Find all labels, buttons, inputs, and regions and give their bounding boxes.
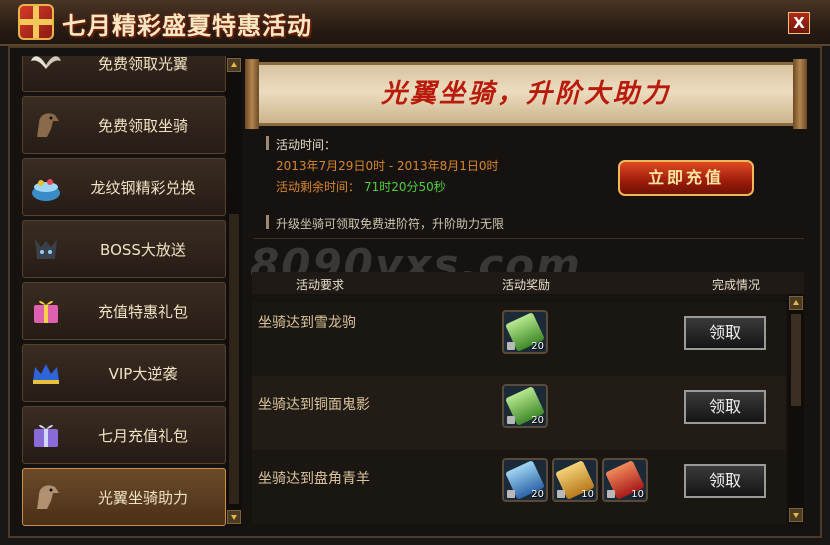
- sidebar-item-recharge-pack[interactable]: 充值特惠礼包: [22, 282, 226, 340]
- gift-icon: [18, 4, 54, 40]
- title-bar: 七月精彩盛夏特惠活动 X: [0, 0, 830, 46]
- sidebar-item-label: 免费领取光翼: [97, 56, 188, 73]
- reward-slot[interactable]: 20: [502, 458, 548, 502]
- reward-slot[interactable]: 20: [502, 384, 548, 428]
- event-tip: 升级坐骑可领取免费进阶符，升阶助力无限: [276, 217, 505, 231]
- sidebar-item-dragon-steel[interactable]: 龙纹钢精彩兑换: [22, 158, 226, 216]
- remaining-time-value: 71时20分50秒: [364, 180, 446, 194]
- horse-icon: [37, 113, 59, 137]
- event-window: 七月精彩盛夏特惠活动 X 免费领取光翼 免费领取坐骑 龙纹钢精彩兑换 BOSS大…: [0, 0, 830, 545]
- row-requirement: 坐骑达到铜面鬼影: [258, 397, 370, 413]
- column-header-status: 完成情况: [712, 278, 761, 292]
- sidebar-item-label: 光翼坐骑助力: [97, 489, 188, 507]
- scroll-down-arrow-icon[interactable]: [227, 510, 241, 524]
- sidebar-item-label: VIP大逆袭: [108, 365, 178, 383]
- table-row: 坐骑达到铜面鬼影 20 领取: [252, 376, 786, 450]
- row-requirement: 坐骑达到雪龙驹: [258, 315, 356, 331]
- sidebar-item-wing-mount-boost[interactable]: 光翼坐骑助力: [22, 468, 226, 526]
- table-scrollbar[interactable]: [788, 294, 804, 524]
- event-time-range: 2013年7月29日0时 - 2013年8月1日0时: [276, 159, 499, 173]
- lock-icon: [507, 342, 515, 350]
- close-button[interactable]: X: [788, 12, 810, 34]
- boss-icon: [35, 239, 57, 259]
- sidebar-scrollbar[interactable]: [226, 56, 242, 526]
- scroll-thumb[interactable]: [229, 214, 239, 504]
- sidebar-item-label: 七月充值礼包: [97, 427, 188, 445]
- window-title: 七月精彩盛夏特惠活动: [62, 12, 312, 40]
- sidebar-item-label: BOSS大放送: [100, 241, 186, 259]
- sidebar-item-free-wings[interactable]: 免费领取光翼: [22, 56, 226, 92]
- scroll-down-arrow-icon[interactable]: [789, 508, 803, 522]
- ingot-basket-icon: [32, 179, 60, 201]
- reward-quantity: 10: [631, 489, 644, 500]
- horse-icon: [37, 485, 59, 509]
- event-banner: 光翼坐骑，升阶大助力: [245, 59, 807, 129]
- table-row: 坐骑达到盘角青羊 20 10 10 领取: [252, 450, 786, 524]
- column-header-reward: 活动奖励: [502, 278, 551, 292]
- gift-box-icon: [34, 300, 58, 323]
- reward-quantity: 20: [531, 415, 544, 426]
- sidebar-item-label: 充值特惠礼包: [97, 303, 188, 321]
- lock-icon: [507, 490, 515, 498]
- table-row: 坐骑达到雪龙驹 20 领取: [252, 302, 786, 376]
- sidebar-item-boss[interactable]: BOSS大放送: [22, 220, 226, 278]
- lock-icon: [607, 490, 615, 498]
- scroll-up-arrow-icon[interactable]: [227, 58, 241, 72]
- section-marker: [266, 215, 269, 229]
- sidebar: 免费领取光翼 免费领取坐骑 龙纹钢精彩兑换 BOSS大放送 充值特惠礼包 VIP…: [22, 56, 226, 526]
- claim-button[interactable]: 领取: [684, 390, 766, 424]
- column-header-requirement: 活动要求: [296, 278, 345, 292]
- wings-icon: [31, 56, 61, 69]
- scroll-up-arrow-icon[interactable]: [789, 296, 803, 310]
- reward-quantity: 20: [531, 341, 544, 352]
- sidebar-item-july-pack[interactable]: 七月充值礼包: [22, 406, 226, 464]
- scroll-thumb[interactable]: [791, 314, 801, 406]
- event-time-header: 活动时间：: [276, 138, 337, 152]
- lock-icon: [557, 490, 565, 498]
- claim-button[interactable]: 领取: [684, 316, 766, 350]
- section-marker: [266, 136, 269, 150]
- gift-box-icon: [34, 424, 58, 447]
- reward-table-header: 活动要求 活动奖励 完成情况: [252, 272, 804, 294]
- sidebar-item-label: 龙纹钢精彩兑换: [90, 179, 196, 197]
- reward-quantity: 20: [531, 489, 544, 500]
- reward-slot[interactable]: 10: [602, 458, 648, 502]
- lock-icon: [507, 416, 515, 424]
- banner-title: 光翼坐骑，升阶大助力: [380, 79, 671, 109]
- row-requirement: 坐骑达到盘角青羊: [258, 471, 370, 487]
- reward-quantity: 10: [581, 489, 594, 500]
- reward-slot[interactable]: 10: [552, 458, 598, 502]
- reward-slot[interactable]: 20: [502, 310, 548, 354]
- sidebar-item-label: 免费领取坐骑: [97, 117, 188, 135]
- sidebar-item-free-mount[interactable]: 免费领取坐骑: [22, 96, 226, 154]
- recharge-now-button[interactable]: 立即充值: [618, 160, 754, 196]
- divider: [254, 238, 804, 239]
- remaining-time-label: 活动剩余时间：: [276, 180, 361, 194]
- sidebar-item-vip[interactable]: VIP大逆袭: [22, 344, 226, 402]
- crown-icon: [33, 364, 59, 384]
- claim-button[interactable]: 领取: [684, 464, 766, 498]
